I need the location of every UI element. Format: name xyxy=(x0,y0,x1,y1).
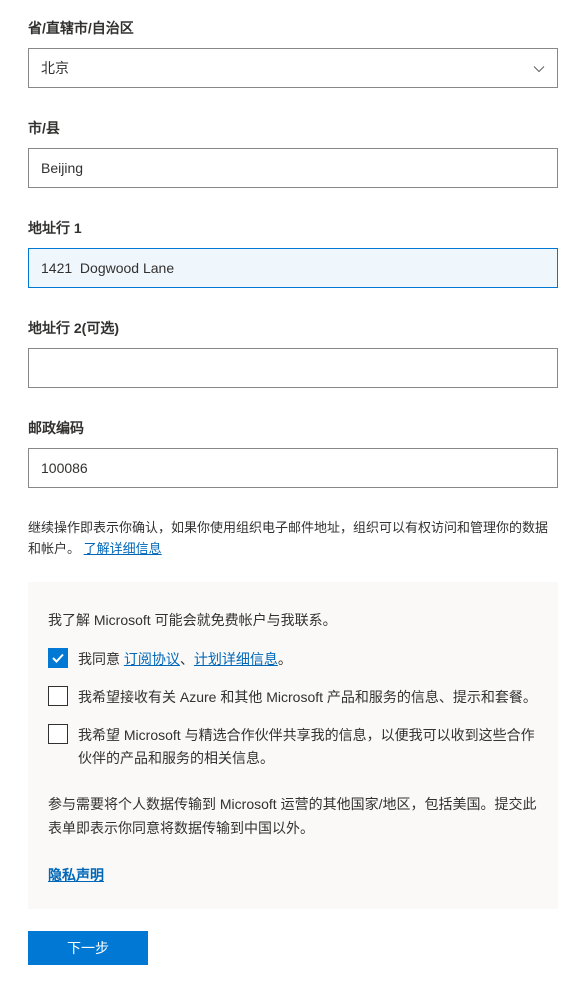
address1-label: 地址行 1 xyxy=(28,218,558,238)
address1-input[interactable] xyxy=(28,248,558,288)
city-label: 市/县 xyxy=(28,118,558,138)
partners-label: 我希望 Microsoft 与精选合作伙伴共享我的信息，以便我可以收到这些合作伙… xyxy=(78,724,538,769)
partners-checkbox[interactable] xyxy=(48,724,68,744)
agree-label: 我同意 订阅协议、计划详细信息。 xyxy=(78,648,292,670)
province-value: 北京 xyxy=(41,58,69,78)
city-input[interactable] xyxy=(28,148,558,188)
chevron-down-icon xyxy=(533,62,545,74)
postal-label: 邮政编码 xyxy=(28,418,558,438)
subscription-agreement-link[interactable]: 订阅协议 xyxy=(124,651,180,667)
province-select[interactable]: 北京 xyxy=(28,48,558,88)
disclaimer: 继续操作即表示你确认，如果你使用组织电子邮件地址，组织可以有权访问和管理你的数据… xyxy=(28,518,558,560)
azure-info-checkbox[interactable] xyxy=(48,686,68,706)
address2-input[interactable] xyxy=(28,348,558,388)
plan-details-link[interactable]: 计划详细信息 xyxy=(194,651,278,667)
province-label: 省/直辖市/自治区 xyxy=(28,18,558,38)
consent-box: 我了解 Microsoft 可能会就免费帐户与我联系。 我同意 订阅协议、计划详… xyxy=(28,582,558,909)
agree-checkbox[interactable] xyxy=(48,648,68,668)
learn-more-link[interactable]: 了解详细信息 xyxy=(84,541,162,556)
transfer-notice: 参与需要将个人数据传输到 Microsoft 运营的其他国家/地区，包括美国。提… xyxy=(48,793,538,841)
consent-heading: 我了解 Microsoft 可能会就免费帐户与我联系。 xyxy=(48,610,538,630)
next-button[interactable]: 下一步 xyxy=(28,931,148,965)
postal-input[interactable] xyxy=(28,448,558,488)
privacy-statement-link[interactable]: 隐私声明 xyxy=(48,867,104,883)
address2-label: 地址行 2(可选) xyxy=(28,318,558,338)
azure-info-label: 我希望接收有关 Azure 和其他 Microsoft 产品和服务的信息、提示和… xyxy=(78,686,537,708)
